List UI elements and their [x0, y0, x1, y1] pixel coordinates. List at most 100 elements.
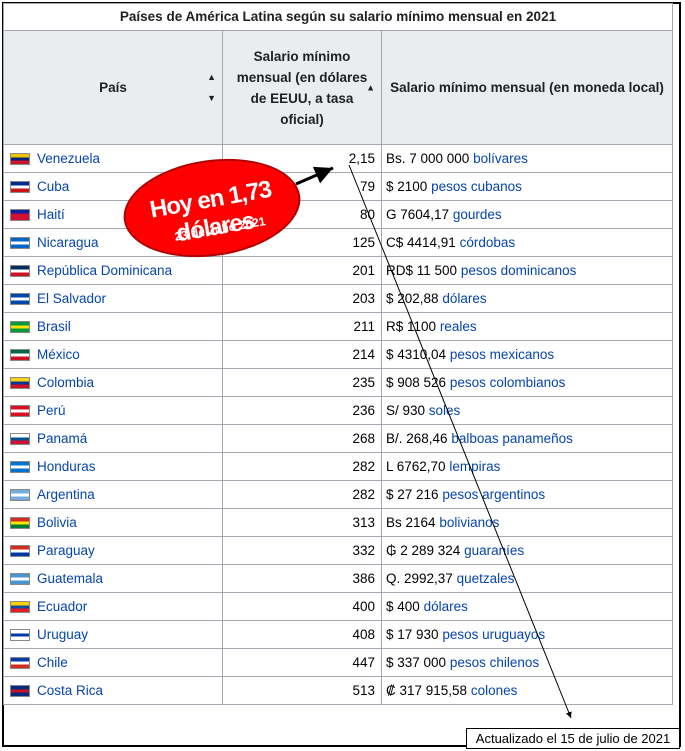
local-amount: $ 337 000	[386, 655, 447, 670]
country-cell[interactable]: Ecuador	[3, 592, 223, 621]
country-cell[interactable]: México	[3, 340, 223, 369]
currency-link[interactable]: pesos mexicanos	[450, 347, 554, 362]
local-amount: S/ 930	[386, 403, 426, 418]
currency-link[interactable]: bolívares	[473, 151, 528, 166]
usd-cell: 332	[222, 536, 382, 565]
country-link[interactable]: República Dominicana	[37, 263, 172, 278]
usd-cell: 408	[222, 620, 382, 649]
table-row: El Salvador 203 $ 202,88 dólares	[3, 284, 673, 313]
local-amount: $ 202,88	[386, 291, 439, 306]
sort-ascending-icon[interactable]: ▲	[366, 77, 375, 98]
currency-link[interactable]: pesos chilenos	[450, 655, 539, 670]
country-link[interactable]: Paraguay	[37, 543, 95, 558]
column-header-usd[interactable]: Salario mínimo mensual (en dólares de EE…	[222, 30, 382, 145]
local-amount: R$ 1100	[386, 319, 437, 334]
country-link[interactable]: Guatemala	[37, 571, 103, 586]
country-cell[interactable]: Panamá	[3, 424, 223, 453]
country-link[interactable]: Perú	[37, 403, 66, 418]
currency-link[interactable]: pesos cubanos	[431, 179, 522, 194]
currency-link[interactable]: córdobas	[460, 235, 516, 250]
local-amount: $ 17 930	[386, 627, 439, 642]
local-cell: Q. 2992,37 quetzales	[381, 564, 673, 593]
country-link[interactable]: Argentina	[37, 487, 95, 502]
local-amount: $ 908 526	[386, 375, 447, 390]
currency-link[interactable]: guaraníes	[464, 543, 524, 558]
country-link[interactable]: Panamá	[37, 431, 87, 446]
country-cell[interactable]: Brasil	[3, 312, 223, 341]
usd-cell: 214	[222, 340, 382, 369]
currency-link[interactable]: pesos argentinos	[442, 487, 545, 502]
country-link[interactable]: Brasil	[37, 319, 71, 334]
country-cell[interactable]: República Dominicana	[3, 256, 223, 285]
column-header-country[interactable]: País ▲ ▼	[3, 30, 223, 145]
table-row: Chile 447 $ 337 000 pesos chilenos	[3, 648, 673, 677]
flag-icon	[10, 461, 30, 473]
local-cell: $ 2100 pesos cubanos	[381, 172, 673, 201]
country-link[interactable]: Venezuela	[37, 151, 100, 166]
table-row: Perú 236 S/ 930 soles	[3, 396, 673, 425]
country-link[interactable]: Nicaragua	[37, 235, 99, 250]
currency-link[interactable]: gourdes	[453, 207, 502, 222]
flag-icon	[10, 349, 30, 361]
country-cell[interactable]: Guatemala	[3, 564, 223, 593]
country-link[interactable]: Uruguay	[37, 627, 88, 642]
usd-cell: 268	[222, 424, 382, 453]
country-link[interactable]: Honduras	[37, 459, 96, 474]
column-header-local: Salario mínimo mensual (en moneda local)	[381, 30, 673, 145]
country-cell[interactable]: El Salvador	[3, 284, 223, 313]
local-amount: RD$ 11 500	[386, 263, 458, 278]
usd-cell: 203	[222, 284, 382, 313]
country-cell[interactable]: Bolivia	[3, 508, 223, 537]
table-row: Colombia 235 $ 908 526 pesos colombianos	[3, 368, 673, 397]
local-cell: $ 27 216 pesos argentinos	[381, 480, 673, 509]
country-cell[interactable]: Colombia	[3, 368, 223, 397]
country-cell[interactable]: Chile	[3, 648, 223, 677]
table-row: México 214 $ 4310,04 pesos mexicanos	[3, 340, 673, 369]
table-row: Bolivia 313 Bs 2164 bolivianos	[3, 508, 673, 537]
country-link[interactable]: Colombia	[37, 375, 94, 390]
currency-link[interactable]: bolivianos	[439, 515, 499, 530]
country-cell[interactable]: Costa Rica	[3, 676, 223, 705]
country-link[interactable]: Haití	[37, 207, 65, 222]
minimum-wage-table: Países de América Latina según su salari…	[3, 3, 673, 705]
country-cell[interactable]: Uruguay	[3, 620, 223, 649]
column-header-local-label: Salario mínimo mensual (en moneda local)	[390, 80, 664, 95]
local-amount: L 6762,70	[386, 459, 446, 474]
flag-icon	[10, 153, 30, 165]
country-link[interactable]: Bolivia	[37, 515, 77, 530]
currency-link[interactable]: reales	[440, 319, 477, 334]
country-cell[interactable]: Paraguay	[3, 536, 223, 565]
currency-link[interactable]: lempiras	[449, 459, 500, 474]
country-link[interactable]: México	[37, 347, 80, 362]
currency-link[interactable]: balboas panameños	[451, 431, 573, 446]
table-row: Argentina 282 $ 27 216 pesos argentinos	[3, 480, 673, 509]
country-link[interactable]: El Salvador	[37, 291, 106, 306]
country-link[interactable]: Chile	[37, 655, 68, 670]
currency-link[interactable]: quetzales	[457, 571, 515, 586]
sort-both-icon[interactable]: ▲ ▼	[207, 67, 216, 109]
currency-link[interactable]: pesos colombianos	[450, 375, 566, 390]
local-cell: Bs. 7 000 000 bolívares	[381, 144, 673, 173]
local-cell: ₡ 317 915,58 colones	[381, 676, 673, 705]
currency-link[interactable]: dólares	[442, 291, 486, 306]
currency-link[interactable]: pesos dominicanos	[461, 263, 577, 278]
flag-icon	[10, 433, 30, 445]
country-cell[interactable]: Honduras	[3, 452, 223, 481]
usd-cell: 235	[222, 368, 382, 397]
currency-link[interactable]: pesos uruguayos	[442, 627, 545, 642]
country-link[interactable]: Ecuador	[37, 599, 87, 614]
local-cell: RD$ 11 500 pesos dominicanos	[381, 256, 673, 285]
flag-icon	[10, 293, 30, 305]
local-cell: G 7604,17 gourdes	[381, 200, 673, 229]
flag-icon	[10, 321, 30, 333]
table-row: Nicaragua 125 C$ 4414,91 córdobas	[3, 228, 673, 257]
currency-link[interactable]: soles	[429, 403, 461, 418]
currency-link[interactable]: colones	[471, 683, 518, 698]
country-cell[interactable]: Perú	[3, 396, 223, 425]
table-row: Venezuela 2,15 Bs. 7 000 000 bolívares	[3, 144, 673, 173]
country-link[interactable]: Cuba	[37, 179, 69, 194]
currency-link[interactable]: dólares	[424, 599, 468, 614]
country-link[interactable]: Costa Rica	[37, 683, 103, 698]
local-cell: $ 202,88 dólares	[381, 284, 673, 313]
country-cell[interactable]: Argentina	[3, 480, 223, 509]
